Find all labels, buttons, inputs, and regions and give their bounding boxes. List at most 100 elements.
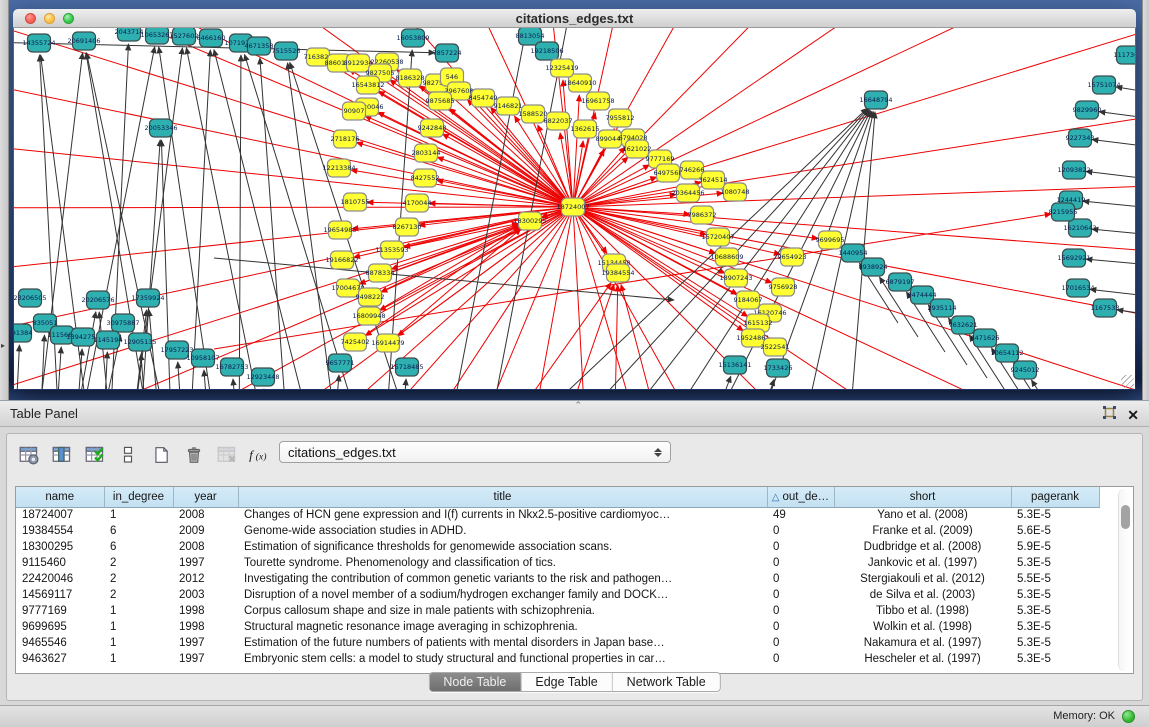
network-canvas[interactable]: 1435572420691406204371410653267152760264… (14, 28, 1135, 389)
graph-node[interactable]: 16210643 (1063, 219, 1096, 237)
table-cell[interactable]: 9777169 (16, 603, 104, 619)
table-cell[interactable]: 2 (104, 571, 173, 587)
graph-node[interactable]: 12093822 (1057, 161, 1090, 179)
graph-node[interactable]: 16648794 (859, 91, 892, 109)
graph-node[interactable]: 11353593 (375, 241, 408, 259)
table-cell[interactable]: 1998 (173, 619, 238, 635)
graph-node[interactable]: 30975887 (106, 314, 139, 332)
graph-node[interactable]: 15720407 (701, 228, 734, 246)
graph-edge[interactable] (400, 379, 406, 389)
table-row[interactable]: 977716911998Corpus callosum shape and si… (16, 603, 1099, 619)
graph-node[interactable]: 2935114 (928, 299, 957, 317)
graph-node[interactable]: 8267130 (393, 218, 422, 236)
graph-node[interactable]: 17016534 (1061, 279, 1094, 297)
graph-node[interactable]: 12905135 (123, 333, 156, 351)
table-cell[interactable]: 6 (104, 539, 173, 555)
graph-node[interactable]: 2043714 (115, 28, 144, 41)
graph-node[interactable]: 16914479 (371, 334, 404, 352)
graph-edge[interactable] (1092, 229, 1135, 238)
table-cell[interactable]: 1 (104, 635, 173, 651)
graph-node[interactable]: 7986372 (688, 206, 717, 224)
graph-node[interactable]: 9498222 (356, 288, 385, 306)
delete-column-button[interactable] (182, 443, 206, 467)
table-cell[interactable]: 9463627 (16, 651, 104, 667)
graph-node[interactable]: 9657771 (326, 354, 355, 372)
graph-node[interactable]: 2522541 (761, 338, 790, 356)
table-cell[interactable]: 22420046 (16, 571, 104, 587)
table-row[interactable]: 1456911722003Disruption of a novel membe… (16, 587, 1099, 603)
graph-edge[interactable] (1090, 289, 1135, 300)
graph-node[interactable]: 1167533 (1091, 299, 1120, 317)
graph-node[interactable]: 20691406 (67, 32, 100, 50)
table-cell[interactable]: 18724007 (16, 507, 104, 523)
graph-node[interactable]: 9699695 (816, 231, 845, 249)
graph-edge[interactable] (573, 95, 579, 207)
table-row[interactable]: 2242004622012Investigating the contribut… (16, 571, 1099, 587)
graph-node[interactable]: 8215955 (1049, 203, 1078, 221)
table-cell[interactable]: 0 (767, 555, 834, 571)
graph-node[interactable]: 19166822 (325, 251, 358, 269)
graph-edge[interactable] (573, 207, 684, 389)
graph-edge[interactable] (14, 48, 573, 207)
delete-table-button[interactable] (215, 443, 239, 467)
graph-node[interactable]: 2803144 (412, 144, 441, 162)
graph-edge[interactable] (74, 349, 82, 389)
graph-node[interactable]: 18300295 (513, 212, 546, 230)
table-cell[interactable]: Corpus callosum shape and size in male p… (238, 603, 767, 619)
table-cell[interactable]: 1 (104, 651, 173, 667)
graph-edge[interactable] (14, 207, 573, 288)
graph-edge[interactable] (573, 207, 1135, 358)
table-cell[interactable]: Jankovic et al. (1997) (834, 555, 1011, 571)
panel-resize-handle-icon[interactable]: ⌃ (575, 400, 583, 411)
network-window-titlebar[interactable]: citations_edges.txt (13, 9, 1136, 28)
graph-edge[interactable] (356, 142, 573, 207)
table-cell[interactable]: Franke et al. (2009) (834, 523, 1011, 539)
table-cell[interactable]: 19384554 (16, 523, 104, 539)
table-cell[interactable]: de Silva et al. (2003) (834, 587, 1011, 603)
float-panel-icon[interactable] (1102, 405, 1117, 425)
graph-edge[interactable] (573, 178, 1135, 207)
graph-node[interactable]: 6879197 (886, 273, 915, 291)
table-cell[interactable]: Investigating the contribution of common… (238, 571, 767, 587)
row-height-button[interactable] (116, 443, 140, 467)
table-row[interactable]: 1872400712008Changes of HCN gene express… (16, 507, 1099, 523)
graph-node[interactable]: 9227343 (1066, 129, 1095, 147)
graph-node[interactable]: 6497568 (654, 164, 683, 182)
graph-edge[interactable] (1092, 139, 1135, 151)
graph-node[interactable]: 9875685 (426, 92, 455, 110)
table-cell[interactable]: Estimation of significance thresholds fo… (238, 539, 767, 555)
table-cell[interactable]: 0 (767, 651, 834, 667)
graph-node[interactable]: 7632621 (949, 316, 978, 334)
graph-node[interactable]: 8427552 (411, 169, 440, 187)
table-cell[interactable]: 2009 (173, 523, 238, 539)
graph-node[interactable]: 6822037 (544, 112, 573, 130)
select-columns-button[interactable] (50, 443, 74, 467)
graph-node[interactable]: 15718485 (390, 358, 423, 376)
graph-node[interactable]: 18907243 (719, 269, 752, 287)
graph-edge[interactable] (1031, 380, 1070, 389)
graph-node[interactable]: 9245012 (1011, 361, 1040, 379)
graph-edge[interactable] (239, 55, 241, 389)
graph-edge[interactable] (573, 207, 780, 254)
expand-panel-arrow-icon[interactable]: ▸ (1, 342, 5, 350)
graph-node[interactable]: 20206576 (81, 291, 114, 309)
table-cell[interactable]: 5.3E-5 (1011, 619, 1099, 635)
graph-node[interactable]: 15136141 (718, 356, 751, 374)
graph-node[interactable]: 20053346 (144, 119, 177, 137)
column-header-out_de[interactable]: △out_de… (767, 487, 834, 507)
graph-node[interactable]: 10654112 (990, 344, 1023, 362)
graph-node[interactable]: 1527602 (170, 28, 199, 45)
graph-node[interactable]: 12923448 (246, 368, 279, 386)
graph-edge[interactable] (1117, 310, 1135, 320)
table-cell[interactable]: 9465546 (16, 635, 104, 651)
table-cell[interactable]: 0 (767, 603, 834, 619)
table-cell[interactable]: Nakamura et al. (1997) (834, 635, 1011, 651)
table-cell[interactable]: 0 (767, 635, 834, 651)
table-cell[interactable]: Structural magnetic resonance image aver… (238, 619, 767, 635)
graph-edge[interactable] (614, 285, 618, 389)
graph-node[interactable]: 1117304 (1114, 46, 1135, 64)
table-cell[interactable]: Changes of HCN gene expression and I(f) … (238, 507, 767, 523)
graph-node[interactable]: 4170044 (403, 194, 432, 212)
graph-edge[interactable] (554, 284, 614, 389)
graph-node[interactable]: 16961758 (581, 92, 614, 110)
